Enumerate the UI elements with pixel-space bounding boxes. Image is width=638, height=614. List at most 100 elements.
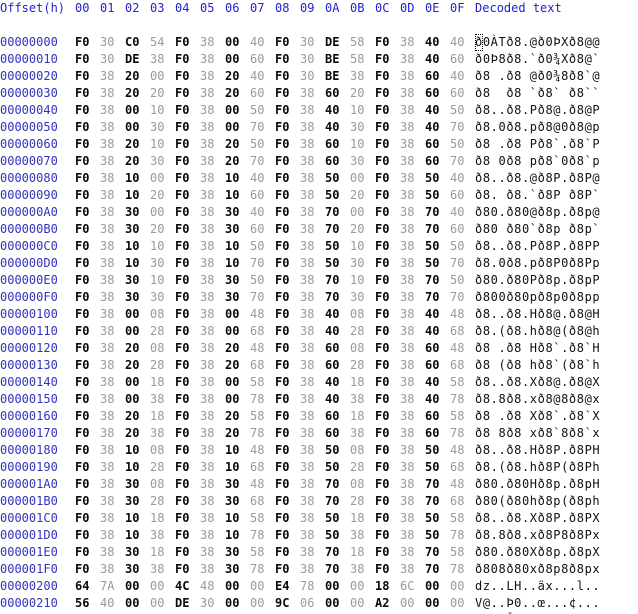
- byte-cell[interactable]: F0: [175, 272, 200, 289]
- hex-dump-table[interactable]: Offset(h) 00 01 02 03 04 05 06 07 08 09 0A 0B 0C 0D 0E…: [0, 0, 600, 614]
- byte-cell[interactable]: F0: [375, 408, 400, 425]
- byte-cell[interactable]: 38: [300, 561, 325, 578]
- byte-cell[interactable]: 38: [200, 34, 225, 51]
- byte-cell[interactable]: 40: [325, 119, 350, 136]
- byte-cell[interactable]: 00: [150, 595, 175, 612]
- byte-cell[interactable]: F0: [375, 459, 400, 476]
- byte-cell[interactable]: F0: [275, 102, 300, 119]
- byte-cell[interactable]: F0: [375, 85, 400, 102]
- byte-cell[interactable]: 38: [400, 34, 425, 51]
- offset-cell[interactable]: 00000120: [0, 340, 65, 357]
- byte-cell[interactable]: F0: [375, 289, 400, 306]
- decoded-text-cell[interactable]: ð8 .ð8 Pð8`.ð8`P: [475, 136, 600, 153]
- byte-cell[interactable]: 20: [125, 68, 150, 85]
- byte-cell[interactable]: 38: [400, 204, 425, 221]
- byte-cell[interactable]: 00: [125, 595, 150, 612]
- table-row[interactable]: 000000F0 F0 38 30 30 F0 38 30 70 F0 38 70 30 F0 38 70 70…: [0, 289, 600, 306]
- byte-cell[interactable]: 30: [350, 255, 375, 272]
- byte-cell[interactable]: F0: [375, 238, 400, 255]
- decoded-text-cell[interactable]: ð80(ð80hð8p(ð8ph: [475, 493, 600, 510]
- byte-cell[interactable]: F0: [75, 238, 100, 255]
- byte-cell[interactable]: F0: [175, 493, 200, 510]
- byte-cell[interactable]: 00: [350, 578, 375, 595]
- byte-cell[interactable]: 70: [325, 493, 350, 510]
- offset-cell[interactable]: 00000190: [0, 459, 65, 476]
- byte-cell[interactable]: 6C: [400, 578, 425, 595]
- table-row[interactable]: 00000030 F0 38 20 20 F0 38 20 60 F0 38 60 20 F0 38 60 60…: [0, 85, 600, 102]
- byte-cell[interactable]: 38: [300, 510, 325, 527]
- byte-cell[interactable]: 60: [425, 357, 450, 374]
- byte-cell[interactable]: 50: [425, 527, 450, 544]
- byte-cell[interactable]: 28: [150, 357, 175, 374]
- byte-cell[interactable]: F0: [175, 238, 200, 255]
- byte-cell[interactable]: F0: [375, 136, 400, 153]
- byte-cell[interactable]: 58: [350, 51, 375, 68]
- byte-cell[interactable]: F0: [175, 221, 200, 238]
- byte-cell[interactable]: 50: [425, 459, 450, 476]
- byte-cell[interactable]: 10: [350, 136, 375, 153]
- byte-cell[interactable]: 48: [250, 340, 275, 357]
- byte-cell[interactable]: 30: [125, 544, 150, 561]
- byte-cell[interactable]: 20: [350, 85, 375, 102]
- table-row[interactable]: 00000160 F0 38 20 18 F0 38 20 58 F0 38 60 18 F0 38 60 58…: [0, 408, 600, 425]
- byte-cell[interactable]: 68: [250, 493, 275, 510]
- byte-cell[interactable]: 38: [100, 153, 125, 170]
- byte-cell[interactable]: 40: [425, 34, 450, 51]
- byte-cell[interactable]: 20: [125, 153, 150, 170]
- byte-cell[interactable]: 30: [225, 289, 250, 306]
- table-row[interactable]: 000001F0 F0 38 30 38 F0 38 30 78 F0 38 70 38 F0 38 70 78…: [0, 561, 600, 578]
- byte-cell[interactable]: F0: [275, 425, 300, 442]
- byte-cell[interactable]: F0: [375, 272, 400, 289]
- byte-cell[interactable]: 70: [450, 289, 475, 306]
- byte-cell[interactable]: 00: [400, 595, 425, 612]
- decoded-text-cell[interactable]: ð80.ð80@ð8p.ð8p@: [475, 204, 600, 221]
- byte-cell[interactable]: 28: [350, 323, 375, 340]
- byte-cell[interactable]: 38: [100, 544, 125, 561]
- byte-cell[interactable]: 28: [150, 323, 175, 340]
- byte-cell[interactable]: 70: [425, 476, 450, 493]
- byte-cell[interactable]: 68: [450, 459, 475, 476]
- decoded-text-cell[interactable]: ð8..ð8.Xð8@.ð8@X: [475, 374, 600, 391]
- byte-cell[interactable]: 50: [425, 255, 450, 272]
- byte-cell[interactable]: 48: [450, 442, 475, 459]
- byte-cell[interactable]: F0: [75, 153, 100, 170]
- byte-cell[interactable]: F0: [175, 340, 200, 357]
- byte-cell[interactable]: F0: [275, 153, 300, 170]
- byte-cell[interactable]: 38: [300, 85, 325, 102]
- byte-cell[interactable]: 78: [450, 561, 475, 578]
- byte-cell[interactable]: 38: [300, 374, 325, 391]
- byte-cell[interactable]: F0: [175, 187, 200, 204]
- byte-cell[interactable]: 18: [375, 578, 400, 595]
- byte-cell[interactable]: 40: [325, 102, 350, 119]
- byte-cell[interactable]: 38: [350, 391, 375, 408]
- byte-cell[interactable]: 28: [350, 459, 375, 476]
- byte-cell[interactable]: 08: [150, 476, 175, 493]
- byte-cell[interactable]: F0: [375, 510, 400, 527]
- byte-cell[interactable]: 70: [250, 153, 275, 170]
- offset-cell[interactable]: 000001D0: [0, 527, 65, 544]
- byte-cell[interactable]: 48: [250, 442, 275, 459]
- byte-cell[interactable]: 10: [225, 459, 250, 476]
- byte-cell[interactable]: 38: [400, 391, 425, 408]
- byte-cell[interactable]: 18: [350, 510, 375, 527]
- byte-cell[interactable]: 78: [450, 391, 475, 408]
- offset-cell[interactable]: 000001A0: [0, 476, 65, 493]
- table-row[interactable]: 00000110 F0 38 00 28 F0 38 00 68 F0 38 40 28 F0 38 40 68…: [0, 323, 600, 340]
- byte-cell[interactable]: 48: [200, 578, 225, 595]
- byte-cell[interactable]: 70: [450, 153, 475, 170]
- byte-cell[interactable]: 38: [100, 221, 125, 238]
- decoded-text-cell[interactable]: ð808ð80xð8p8ð8px: [475, 561, 600, 578]
- byte-cell[interactable]: 38: [300, 357, 325, 374]
- byte-cell[interactable]: F0: [75, 374, 100, 391]
- byte-cell[interactable]: 38: [350, 425, 375, 442]
- byte-cell[interactable]: 70: [250, 119, 275, 136]
- byte-cell[interactable]: F0: [375, 102, 400, 119]
- decoded-text-cell[interactable]: ð0Þ8ð8.`ð0¾Xð8@`: [475, 51, 600, 68]
- byte-cell[interactable]: A2: [375, 595, 400, 612]
- byte-cell[interactable]: 58: [350, 34, 375, 51]
- byte-cell[interactable]: 38: [300, 408, 325, 425]
- byte-cell[interactable]: 70: [425, 221, 450, 238]
- byte-cell[interactable]: 60: [450, 187, 475, 204]
- byte-cell[interactable]: 30: [100, 34, 125, 51]
- byte-cell[interactable]: 38: [200, 374, 225, 391]
